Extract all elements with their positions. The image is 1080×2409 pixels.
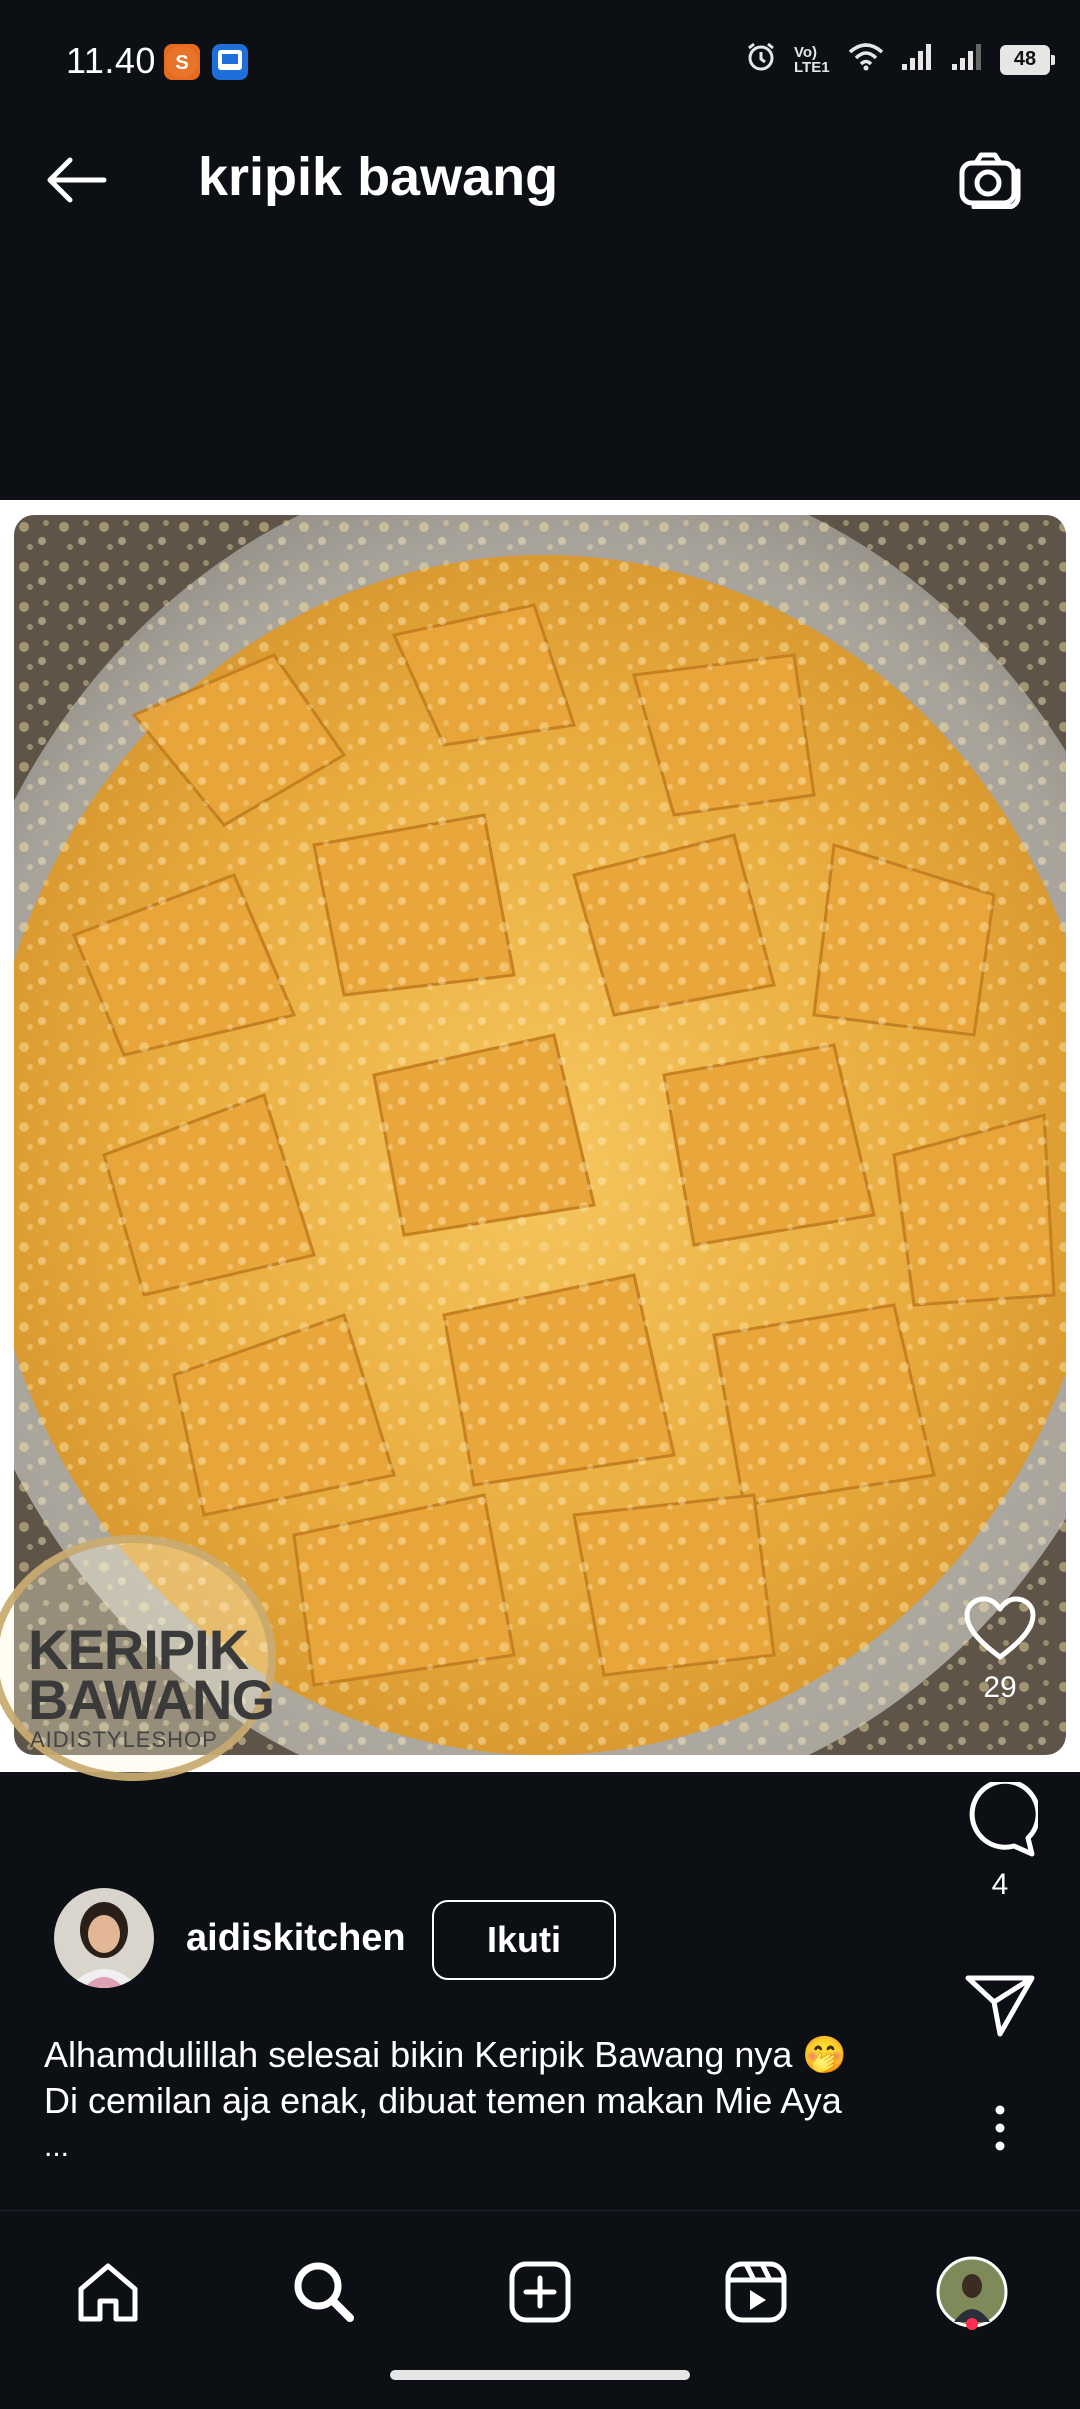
signal-icon xyxy=(900,42,934,77)
nav-reels[interactable] xyxy=(708,2244,804,2340)
post-caption[interactable]: Alhamdulillah selesai bikin Keripik Bawa… xyxy=(44,2032,924,2124)
caption-line-1: Alhamdulillah selesai bikin Keripik Bawa… xyxy=(44,2034,848,2075)
wifi-icon xyxy=(848,42,884,77)
comment-count: 4 xyxy=(991,1868,1009,1901)
caption-more[interactable]: ... xyxy=(44,2130,69,2164)
gesture-home-bar[interactable] xyxy=(390,2370,690,2380)
app-notif-icon xyxy=(212,44,248,80)
nav-search[interactable] xyxy=(276,2244,372,2340)
page-title: kripik bawang xyxy=(198,147,559,207)
nav-home[interactable] xyxy=(60,2244,156,2340)
caption-line-2: Di cemilan aja enak, dibuat temen makan … xyxy=(44,2080,842,2121)
signal-icon-2 xyxy=(950,42,984,77)
more-vertical-icon xyxy=(995,2105,1005,2151)
notification-dot xyxy=(966,2318,978,2330)
send-icon xyxy=(965,1975,1035,2037)
comment-action[interactable]: 4 xyxy=(955,1782,1045,1902)
author-avatar[interactable] xyxy=(54,1888,154,1988)
nav-create[interactable] xyxy=(492,2244,588,2340)
camera-button[interactable] xyxy=(950,140,1030,220)
camera-icon xyxy=(959,152,1021,209)
svg-text:S: S xyxy=(175,52,188,74)
home-icon xyxy=(78,2263,138,2322)
alarm-icon xyxy=(744,40,778,79)
battery-icon: 48 xyxy=(1000,44,1055,75)
search-icon xyxy=(294,2262,354,2322)
watermark-line3: AIDISTYLESHOP xyxy=(30,1727,218,1752)
more-options-button[interactable] xyxy=(955,2104,1045,2152)
reels-icon xyxy=(725,2261,787,2323)
follow-button[interactable]: Ikuti xyxy=(432,1900,616,1980)
like-action[interactable]: 29 xyxy=(955,1595,1045,1705)
status-time: 11.40 xyxy=(66,40,156,81)
status-right-icons: Vo) LTE1 48 xyxy=(744,40,1055,79)
author-username[interactable]: aidiskitchen xyxy=(186,1917,406,1960)
heart-icon xyxy=(964,1596,1036,1660)
volte-icon: Vo) LTE1 xyxy=(794,43,830,76)
watermark-line2: BAWANG xyxy=(28,1668,275,1731)
create-icon xyxy=(509,2261,571,2323)
avatar-image xyxy=(54,1888,154,1988)
comment-icon xyxy=(969,1782,1038,1857)
back-arrow-icon xyxy=(47,157,107,203)
shopee-icon: S xyxy=(164,44,200,80)
share-action[interactable] xyxy=(955,1972,1045,2038)
back-button[interactable] xyxy=(40,144,112,216)
like-count: 29 xyxy=(983,1671,1017,1704)
